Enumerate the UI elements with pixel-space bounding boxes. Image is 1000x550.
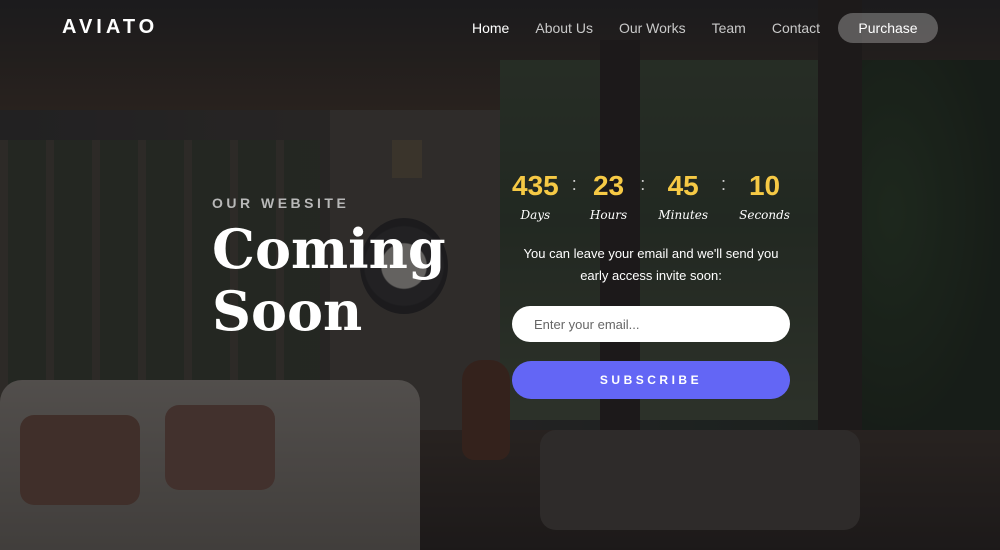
- nav-our-works[interactable]: Our Works: [619, 20, 686, 36]
- email-input[interactable]: [512, 306, 790, 342]
- countdown-separator: :: [571, 174, 577, 194]
- countdown-label: Seconds: [739, 208, 790, 222]
- nav-about-us[interactable]: About Us: [535, 20, 593, 36]
- countdown-value: 435: [512, 170, 559, 201]
- nav-home[interactable]: Home: [472, 20, 509, 36]
- hero-title-line1: Coming: [212, 217, 446, 281]
- nav-contact[interactable]: Contact: [772, 20, 820, 36]
- countdown-label: Hours: [589, 208, 628, 222]
- countdown-value: 45: [667, 170, 699, 201]
- countdown-label: Minutes: [658, 208, 708, 222]
- logo[interactable]: AVIATO: [62, 16, 158, 39]
- nav-team[interactable]: Team: [712, 20, 746, 36]
- hero-eyebrow: OUR WEBSITE: [212, 195, 350, 211]
- countdown-minutes: 45 Minutes: [658, 170, 708, 222]
- countdown-separator: :: [721, 174, 727, 194]
- dark-overlay: [0, 0, 1000, 550]
- countdown-seconds: 10 Seconds: [739, 170, 790, 222]
- countdown-label: Days: [520, 208, 551, 222]
- subscribe-button[interactable]: SUBSCRIBE: [512, 361, 790, 399]
- purchase-button[interactable]: Purchase: [838, 13, 938, 43]
- countdown-days: 435 Days: [512, 170, 559, 222]
- countdown-hours: 23 Hours: [590, 170, 627, 222]
- countdown-separator: :: [640, 174, 646, 194]
- countdown-value: 10: [748, 170, 781, 201]
- signup-note: You can leave your email and we'll send …: [523, 246, 779, 283]
- countdown: 435 Days : 23 Hours : 45 Minutes : 10 Se…: [512, 170, 790, 222]
- site-header: AVIATO Home About Us Our Works Team Cont…: [0, 0, 1000, 56]
- main-nav: Home About Us Our Works Team Contact: [472, 20, 846, 36]
- countdown-value: 23: [592, 170, 625, 201]
- hero-title: Coming Soon: [212, 218, 446, 342]
- hero-title-line2: Soon: [212, 279, 363, 343]
